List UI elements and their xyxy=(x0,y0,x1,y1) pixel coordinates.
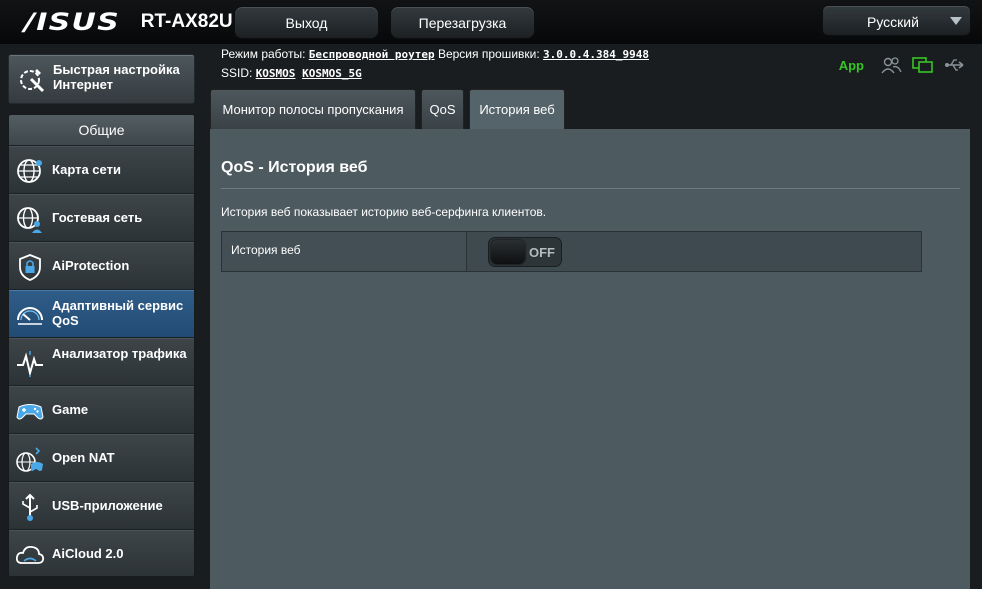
chevron-down-icon xyxy=(950,17,962,25)
sidebar-item-adaptive-qos[interactable]: Адаптивный сервис QoS xyxy=(9,290,194,338)
web-history-toggle[interactable]: OFF xyxy=(488,237,562,267)
usb-app-icon xyxy=(22,493,38,521)
sidebar-item-game[interactable]: Game xyxy=(9,386,194,434)
clients-icon[interactable] xyxy=(880,56,902,74)
language-select[interactable]: Русский xyxy=(822,5,971,36)
reboot-button[interactable]: Перезагрузка xyxy=(390,6,535,39)
sidebar-item-traffic-analyzer[interactable]: Анализатор трафика xyxy=(9,338,194,386)
guest-network-icon xyxy=(17,207,42,233)
title-divider xyxy=(221,188,960,189)
web-history-setting-row: История веб OFF xyxy=(221,231,922,272)
sidebar-item-guest-network[interactable]: Гостевая сеть xyxy=(9,194,194,242)
sidebar-item-label: Адаптивный сервис QoS xyxy=(52,298,184,328)
tab-bandwidth-monitor[interactable]: Монитор полосы пропускания xyxy=(210,89,416,129)
page-title: QoS - История веб xyxy=(221,159,368,176)
top-bar: /ISUS RT-AX82U Выход Перезагрузка Русски… xyxy=(0,0,982,44)
sidebar-item-label: USB-приложение xyxy=(52,498,163,513)
sidebar-item-label: AiProtection xyxy=(52,258,130,273)
language-value: Русский xyxy=(867,14,919,30)
sidebar-item-aiprotection[interactable]: AiProtection xyxy=(9,242,194,290)
firmware-link[interactable]: 3.0.0.4.384_9948 xyxy=(543,48,649,61)
ssid-line: SSID: KOSMOS KOSMOS_5G xyxy=(221,66,362,80)
wizard-wrench-icon xyxy=(20,69,45,93)
tab-web-history[interactable]: История веб xyxy=(469,89,565,129)
network-monitor-icon[interactable] xyxy=(912,56,934,74)
shield-lock-icon xyxy=(19,254,41,281)
toggle-state: OFF xyxy=(529,245,555,260)
model-name: RT-AX82U xyxy=(140,11,233,32)
ssid-label: SSID: xyxy=(221,66,253,80)
setting-label: История веб xyxy=(222,232,467,271)
logout-button[interactable]: Выход xyxy=(234,6,379,39)
sidebar-menu: Общие Карта сети Гостевая сеть AiProtect… xyxy=(8,114,195,577)
toggle-knob xyxy=(491,240,525,264)
operation-mode-line: Режим работы: Беспроводной роутер Версия… xyxy=(221,47,649,61)
cloud-icon xyxy=(15,545,45,564)
traffic-analyzer-icon xyxy=(17,351,43,377)
gamepad-icon xyxy=(16,404,44,420)
ssid-link-2[interactable]: KOSMOS_5G xyxy=(302,67,362,80)
brand-logo-text: /ISUS xyxy=(24,8,120,36)
content-panel: QoS - История веб История веб показывает… xyxy=(210,129,970,589)
sidebar-item-label: Game xyxy=(52,402,89,417)
sidebar-item-label: Анализатор трафика xyxy=(52,346,187,361)
quick-setup-button[interactable]: Быстрая настройка Интернет xyxy=(8,54,195,104)
sidebar-item-network-map[interactable]: Карта сети xyxy=(9,146,194,194)
sidebar-item-usb-app[interactable]: USB-приложение xyxy=(9,482,194,530)
usb-icon[interactable] xyxy=(944,56,966,74)
sidebar-item-label: Open NAT xyxy=(52,450,115,465)
globe-network-icon xyxy=(17,159,42,183)
quick-setup-label: Быстрая настройка Интернет xyxy=(53,62,180,92)
ssid-link-1[interactable]: KOSMOS xyxy=(256,67,296,80)
firmware-label: Версия прошивки: xyxy=(437,47,540,61)
menu-section-title: Общие xyxy=(9,115,194,146)
app-status[interactable]: App xyxy=(839,58,864,73)
asus-logo[interactable]: /ISUS RT-AX82U xyxy=(24,8,233,36)
sidebar-item-label: Гостевая сеть xyxy=(52,210,143,225)
page-description: История веб показывает историю веб-серфи… xyxy=(221,205,547,219)
sidebar-item-label: Карта сети xyxy=(52,162,121,177)
mode-link[interactable]: Беспроводной роутер xyxy=(309,48,435,61)
open-nat-icon xyxy=(16,447,43,472)
speedometer-icon xyxy=(17,307,43,325)
tab-qos[interactable]: QoS xyxy=(421,89,464,129)
status-icons: App xyxy=(839,56,966,74)
sidebar-item-open-nat[interactable]: Open NAT xyxy=(9,434,194,482)
mode-label: Режим работы: xyxy=(221,47,306,61)
sidebar-item-aicloud[interactable]: AiCloud 2.0 xyxy=(9,530,194,576)
sidebar-item-label: AiCloud 2.0 xyxy=(52,546,124,561)
